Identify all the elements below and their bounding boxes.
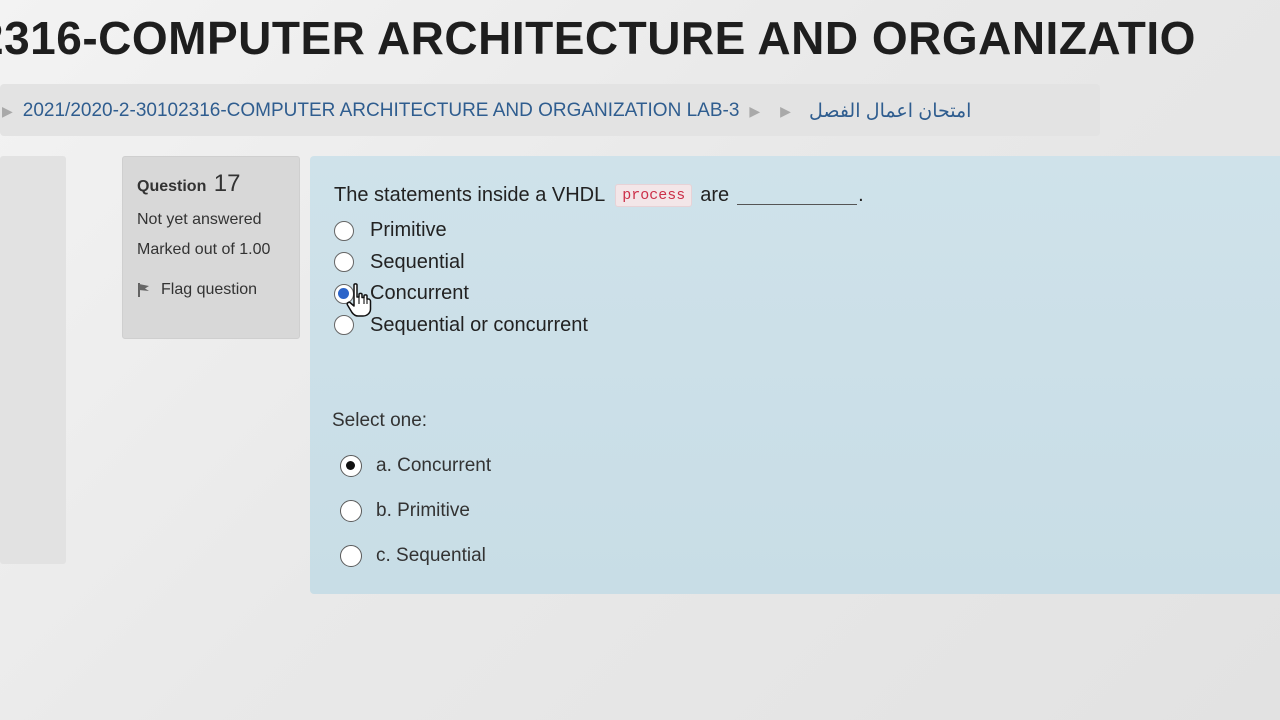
answer-choice-c[interactable]: c. Sequential <box>340 533 491 578</box>
hand-pointer-icon <box>346 283 372 317</box>
question-status: Not yet answered <box>137 211 262 228</box>
question-info-box: Question 17 Not yet answered Marked out … <box>122 156 300 339</box>
option-label: Sequential <box>370 250 465 273</box>
play-triangle-icon: ▶ <box>780 102 791 119</box>
select-one-label: Select one: <box>332 410 428 431</box>
question-marks: Marked out of 1.00 <box>137 241 271 258</box>
option-label: Sequential or concurrent <box>370 313 588 336</box>
radio-icon[interactable] <box>334 252 354 273</box>
radio-icon[interactable] <box>340 544 362 567</box>
question-option-list: Primitive Sequential Concurrent Sequenti… <box>334 215 588 341</box>
question-number-value: 17 <box>213 170 241 197</box>
blank-period: . <box>858 184 864 206</box>
answer-choice-b[interactable]: b. Primitive <box>340 488 491 533</box>
radio-icon[interactable] <box>334 315 354 336</box>
question-text: The statements inside a VHDL process are… <box>334 184 864 207</box>
answer-label: b. Primitive <box>376 499 470 521</box>
flag-question-label: Flag question <box>161 281 258 298</box>
option-label: Concurrent <box>370 282 469 305</box>
answer-choice-a[interactable]: a. Concurrent <box>340 443 491 488</box>
vhdl-process-code: process <box>615 184 693 207</box>
radio-icon[interactable] <box>340 499 362 522</box>
radio-icon[interactable] <box>334 220 354 241</box>
breadcrumb-course-link[interactable]: 2021/2020-2-30102316-COMPUTER ARCHITECTU… <box>23 100 740 122</box>
answer-blank <box>737 186 858 205</box>
left-side-panel <box>0 156 66 564</box>
flag-question-button[interactable]: Flag question <box>137 281 285 299</box>
question-text-after: are <box>700 184 730 206</box>
answer-choice-list: a. Concurrent b. Primitive c. Sequential <box>340 443 491 578</box>
question-option-sequential[interactable]: Sequential <box>334 247 588 279</box>
play-triangle-icon: ▶ <box>2 102 13 119</box>
breadcrumb-current-page[interactable]: امتحان اعمال الفصل <box>809 100 972 123</box>
play-triangle-icon: ▶ <box>749 102 761 119</box>
radio-icon[interactable] <box>340 454 362 477</box>
question-label: Question <box>137 178 207 195</box>
question-text-before: The statements inside a VHDL <box>334 184 606 206</box>
question-option-primitive[interactable]: Primitive <box>334 215 588 247</box>
flag-icon <box>138 283 149 297</box>
answer-label: a. Concurrent <box>376 454 492 476</box>
answer-label: c. Sequential <box>376 544 486 566</box>
question-number: Question 17 <box>137 169 285 199</box>
option-label: Primitive <box>370 219 447 242</box>
breadcrumb: ▶ 2021/2020-2-30102316-COMPUTER ARCHITEC… <box>0 98 971 124</box>
page-title-text: 2316-COMPUTER ARCHITECTURE AND ORGANIZAT… <box>0 12 1196 64</box>
page-title: 2316-COMPUTER ARCHITECTURE AND ORGANIZAT… <box>0 8 1280 68</box>
question-panel: The statements inside a VHDL process are… <box>310 156 1280 594</box>
